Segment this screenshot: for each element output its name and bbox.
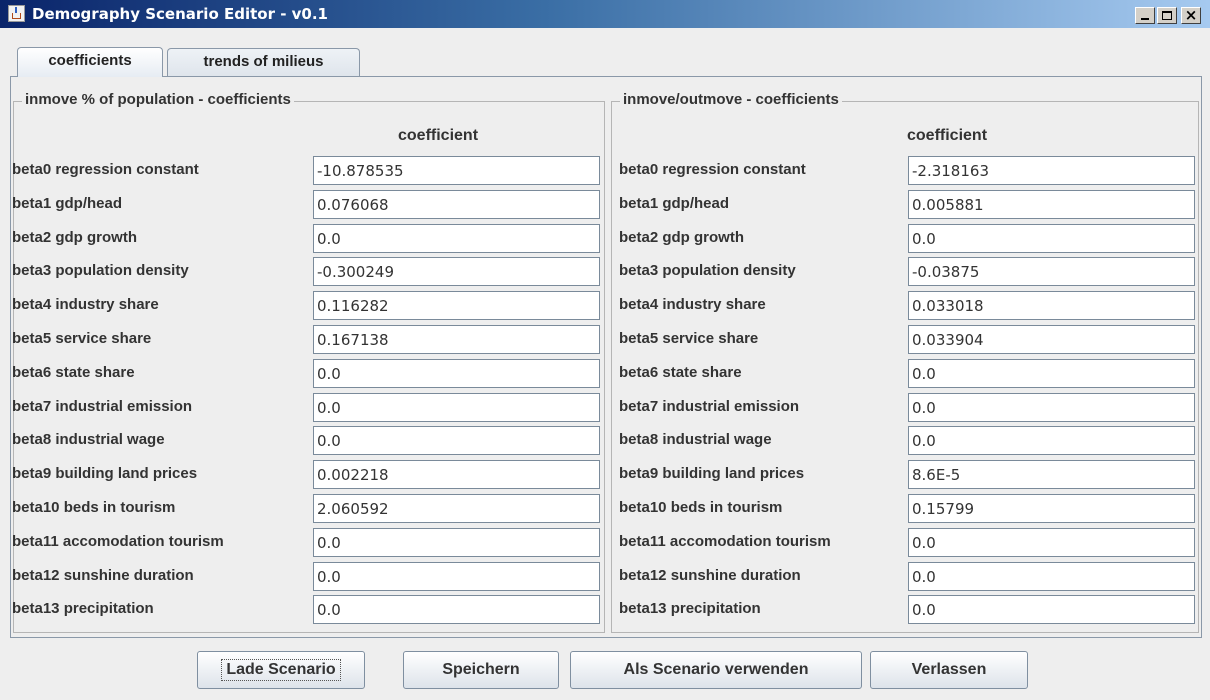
coefficient-input[interactable]	[908, 156, 1195, 185]
coefficient-label: beta4 industry share	[619, 296, 766, 313]
coefficient-input[interactable]	[313, 460, 600, 489]
coefficient-label: beta10 beds in tourism	[619, 499, 783, 516]
coefficient-input[interactable]	[313, 224, 600, 253]
coefficient-input[interactable]	[908, 190, 1195, 219]
coefficient-label: beta5 service share	[619, 330, 759, 347]
coefficient-label: beta2 gdp growth	[12, 229, 137, 246]
column-header-inmove-population: coefficient	[398, 127, 479, 144]
column-header-inmove-outmove: coefficient	[907, 127, 988, 144]
maximize-icon	[1162, 11, 1172, 20]
coefficient-input[interactable]	[908, 257, 1195, 286]
coefficient-input[interactable]	[908, 460, 1195, 489]
coefficient-label: beta7 industrial emission	[619, 398, 800, 415]
coefficient-input[interactable]	[313, 257, 600, 286]
title-bar[interactable]: Demography Scenario Editor - v0.1 ×	[0, 0, 1210, 28]
coefficient-label: beta9 building land prices	[12, 465, 198, 482]
coefficient-input[interactable]	[908, 224, 1195, 253]
coefficient-input[interactable]	[908, 494, 1195, 523]
coefficient-input[interactable]	[313, 426, 600, 455]
use-as-scenario-button[interactable]: Als Scenario verwenden	[570, 651, 862, 689]
coefficient-label: beta6 state share	[12, 364, 135, 381]
save-button[interactable]: Speichern	[403, 651, 559, 689]
close-icon: ×	[1184, 6, 1198, 24]
coefficient-input[interactable]	[313, 291, 600, 320]
coefficient-input[interactable]	[908, 426, 1195, 455]
maximize-button[interactable]	[1157, 7, 1177, 24]
load-scenario-button[interactable]: Lade Scenario	[197, 651, 365, 689]
coefficient-label: beta8 industrial wage	[12, 431, 165, 448]
coefficient-label: beta13 precipitation	[619, 600, 761, 617]
coefficient-input[interactable]	[908, 325, 1195, 354]
coefficient-label: beta1 gdp/head	[619, 195, 730, 212]
coefficient-label: beta6 state share	[619, 364, 742, 381]
coefficient-input[interactable]	[908, 562, 1195, 591]
coefficient-label: beta12 sunshine duration	[12, 567, 194, 584]
load-scenario-label: Lade Scenario	[221, 659, 341, 681]
coefficient-input[interactable]	[908, 291, 1195, 320]
close-button[interactable]: ×	[1181, 7, 1201, 24]
app-window: Demography Scenario Editor - v0.1 × coef…	[0, 0, 1210, 700]
coefficient-input[interactable]	[313, 359, 600, 388]
tab-coefficients[interactable]: coefficients	[17, 47, 163, 77]
coefficient-input[interactable]	[908, 393, 1195, 422]
use-as-scenario-label: Als Scenario verwenden	[623, 661, 809, 678]
minimize-button[interactable]	[1135, 7, 1155, 24]
coefficient-label: beta7 industrial emission	[12, 398, 193, 415]
coefficient-label: beta3 population density	[619, 262, 796, 279]
group-title-inmove-population: inmove % of population - coefficients	[22, 91, 294, 108]
coefficient-label: beta4 industry share	[12, 296, 159, 313]
coefficient-label: beta11 accomodation tourism	[12, 533, 224, 550]
coefficient-label: beta12 sunshine duration	[619, 567, 801, 584]
java-cup-icon[interactable]	[8, 5, 25, 22]
coefficient-label: beta0 regression constant	[619, 161, 806, 178]
coefficient-label: beta11 accomodation tourism	[619, 533, 831, 550]
coefficient-input[interactable]	[908, 595, 1195, 624]
coefficient-input[interactable]	[908, 359, 1195, 388]
coefficient-input[interactable]	[313, 156, 600, 185]
exit-label: Verlassen	[911, 661, 987, 678]
coefficient-input[interactable]	[313, 190, 600, 219]
coefficient-label: beta5 service share	[12, 330, 152, 347]
coefficient-input[interactable]	[313, 325, 600, 354]
coefficient-label: beta8 industrial wage	[619, 431, 772, 448]
coefficient-input[interactable]	[313, 595, 600, 624]
coefficient-label: beta9 building land prices	[619, 465, 805, 482]
coefficient-label: beta2 gdp growth	[619, 229, 744, 246]
group-title-inmove-outmove: inmove/outmove - coefficients	[620, 91, 842, 108]
coefficient-label: beta10 beds in tourism	[12, 499, 176, 516]
coefficient-input[interactable]	[313, 393, 600, 422]
coefficient-label: beta13 precipitation	[12, 600, 154, 617]
minimize-icon	[1141, 18, 1149, 20]
save-label: Speichern	[442, 661, 520, 678]
window-title: Demography Scenario Editor - v0.1	[32, 5, 328, 23]
coefficient-label: beta3 population density	[12, 262, 189, 279]
coefficient-label: beta0 regression constant	[12, 161, 199, 178]
exit-button[interactable]: Verlassen	[870, 651, 1028, 689]
coefficient-label: beta1 gdp/head	[12, 195, 123, 212]
tab-trends-of-milieus[interactable]: trends of milieus	[167, 48, 360, 76]
coefficient-input[interactable]	[313, 494, 600, 523]
coefficient-input[interactable]	[313, 562, 600, 591]
coefficient-input[interactable]	[908, 528, 1195, 557]
coefficient-input[interactable]	[313, 528, 600, 557]
